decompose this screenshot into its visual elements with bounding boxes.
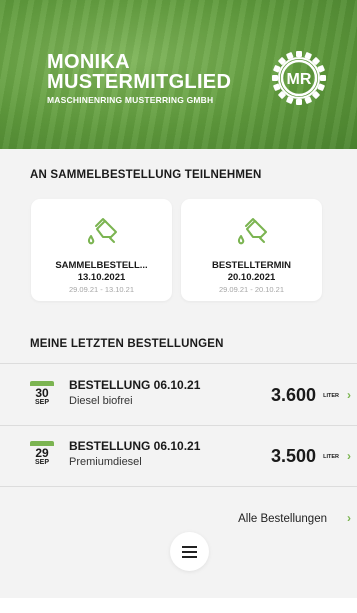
card-title: SAMMELBESTELL... (55, 260, 148, 271)
order-row[interactable]: 30 SEP BESTELLUNG 06.10.21 Diesel biofre… (0, 364, 357, 424)
order-day: 30 (35, 386, 49, 400)
chevron-right-icon: › (347, 388, 351, 402)
profile-header: MONIKA MUSTERMITGLIED MASCHINENRING MUST… (0, 0, 357, 149)
fuel-nozzle-icon (237, 218, 267, 245)
order-month: SEP (34, 459, 49, 466)
card-date-range: 29.09.21 - 20.10.21 (218, 285, 285, 294)
card-date: 20.10.2021 (227, 272, 276, 283)
order-amount: 3.500 (270, 446, 316, 466)
chevron-right-icon: › (347, 449, 351, 463)
order-unit: LITER (323, 393, 339, 399)
chevron-right-icon: › (347, 511, 351, 525)
order-row[interactable]: 29 SEP BESTELLUNG 06.10.21 Premiumdiesel… (0, 426, 357, 486)
logo-text: MR (287, 71, 312, 88)
menu-button[interactable] (170, 532, 209, 571)
calendar-icon: 30 SEP (30, 381, 54, 408)
order-product: Diesel biofrei (69, 395, 133, 407)
order-amount: 3.600 (270, 385, 316, 405)
card-date: 13.10.2021 (77, 272, 126, 283)
bottom-bar (0, 598, 357, 613)
divider (0, 486, 357, 487)
card-date-range: 29.09.21 - 13.10.21 (68, 285, 135, 294)
order-product: Premiumdiesel (69, 456, 142, 468)
calendar-icon: 29 SEP (30, 441, 54, 468)
fuel-nozzle-icon (87, 218, 117, 245)
hamburger-icon (182, 546, 197, 548)
card-title: BESTELLTERMIN (212, 260, 291, 271)
collective-order-card-2[interactable]: BESTELLTERMIN 20.10.2021 29.09.21 - 20.1… (181, 199, 322, 301)
order-title: BESTELLUNG 06.10.21 (69, 439, 201, 453)
all-orders-link[interactable]: Alle Bestellungen (238, 513, 327, 525)
mr-logo: MR (272, 51, 326, 105)
member-name: MONIKA MUSTERMITGLIED (47, 51, 232, 93)
order-day: 29 (35, 446, 49, 460)
order-month: SEP (34, 399, 49, 406)
collective-order-card-1[interactable]: SAMMELBESTELL... 13.10.2021 29.09.21 - 1… (31, 199, 172, 301)
company-name: MASCHINENRING MUSTERRING GMBH (47, 95, 214, 105)
join-section-title: AN SAMMELBESTELLUNG TEILNEHMEN (30, 169, 262, 181)
order-unit: LITER (323, 454, 339, 460)
orders-section-title: MEINE LETZTEN BESTELLUNGEN (30, 338, 224, 350)
order-title: BESTELLUNG 06.10.21 (69, 378, 201, 392)
